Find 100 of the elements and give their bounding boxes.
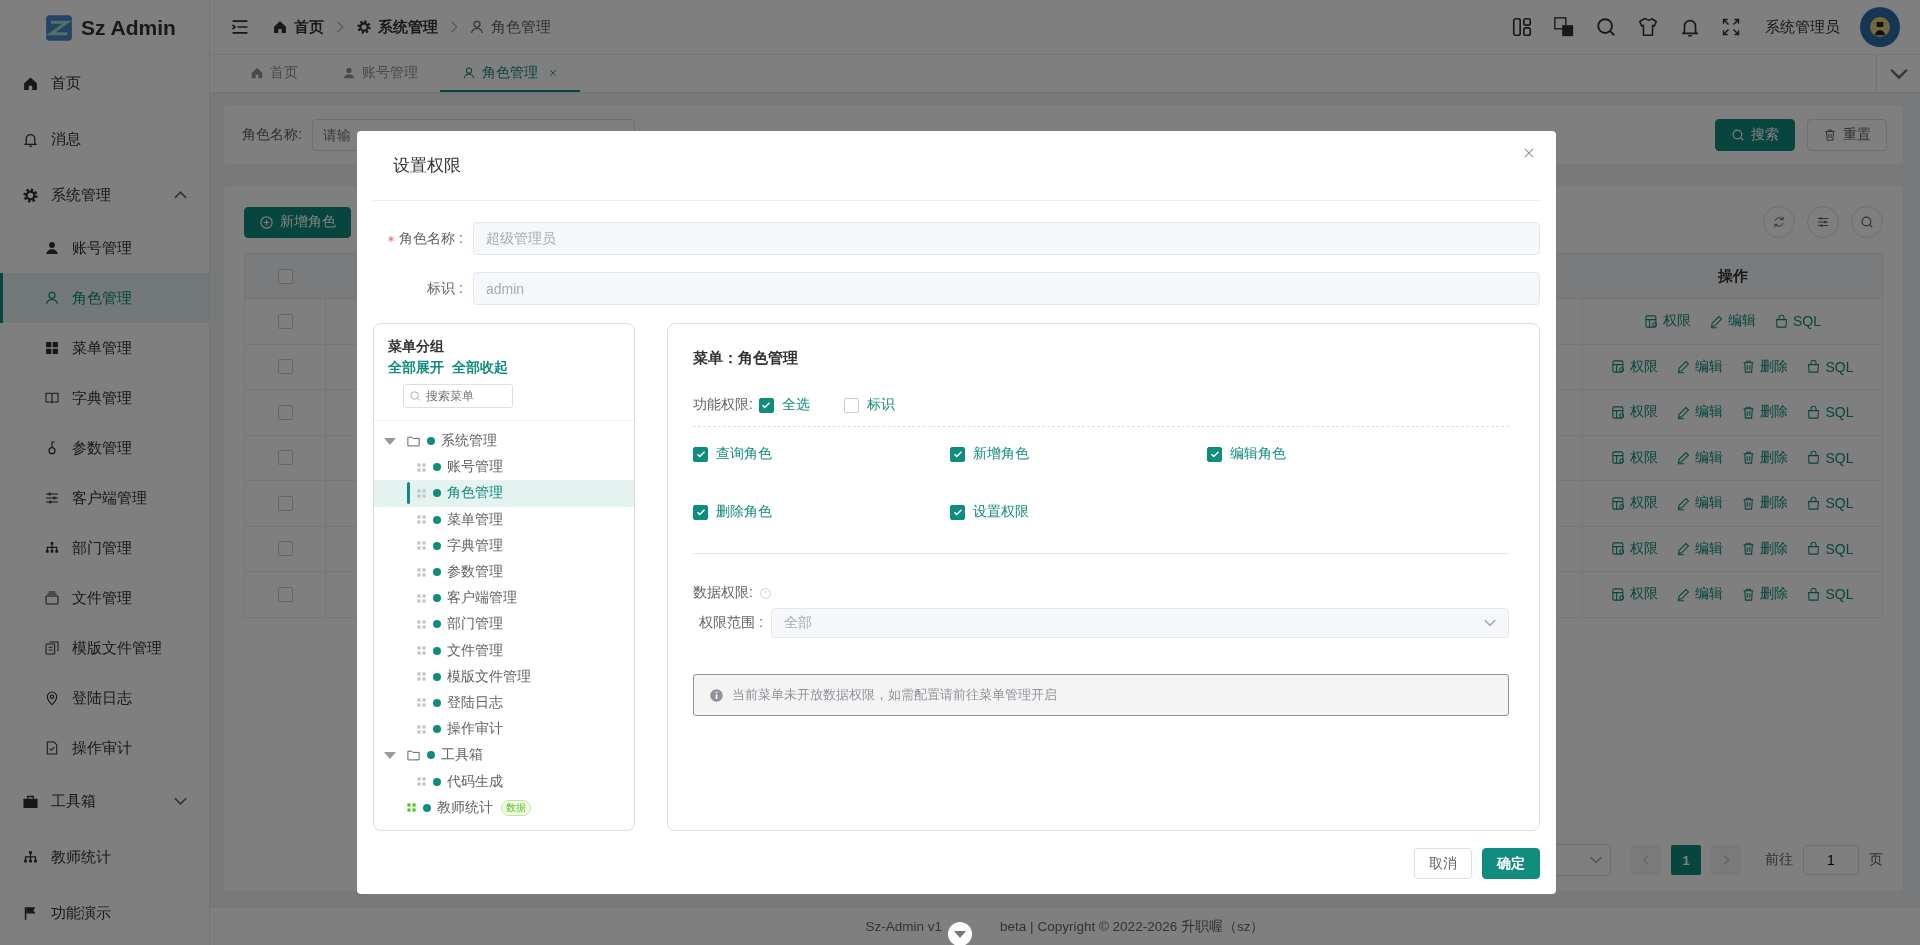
tree-item[interactable]: 系统管理 [374, 428, 634, 455]
tree-item[interactable]: 操作审计 [374, 716, 634, 743]
link[interactable]: 全部收起 [452, 359, 508, 377]
layout-icon[interactable] [1511, 16, 1533, 38]
search-toggle-button[interactable] [1851, 206, 1883, 238]
checkbox[interactable] [277, 586, 293, 602]
checkbox[interactable] [277, 268, 293, 284]
tree-item[interactable]: 角色管理 [374, 480, 634, 507]
action-link[interactable]: 权限 [1611, 357, 1659, 376]
tab[interactable]: 角色管理 [440, 55, 580, 92]
action-link[interactable]: 权限 [1611, 539, 1659, 558]
breadcrumb-item[interactable]: 系统管理 [355, 17, 438, 37]
menu-item[interactable]: 角色管理 [0, 273, 209, 323]
avatar[interactable] [1860, 7, 1900, 47]
action-link[interactable]: 权限 [1611, 448, 1659, 467]
checkbox[interactable] [950, 504, 965, 520]
checkbox[interactable] [693, 446, 708, 462]
checkbox[interactable] [277, 404, 293, 420]
action-link[interactable]: SQL [1774, 312, 1821, 331]
menu-item[interactable]: 客户端管理 [0, 473, 209, 523]
action-link[interactable]: 编辑 [1676, 403, 1724, 422]
action-link[interactable]: 编辑 [1676, 448, 1724, 467]
checkbox[interactable] [758, 397, 774, 413]
action-link[interactable]: 删除 [1741, 403, 1789, 422]
checkbox-label[interactable]: 删除角色 [716, 503, 772, 521]
checkbox-label[interactable]: 全选 [781, 396, 810, 414]
tree-item[interactable]: 工具箱 [374, 742, 634, 769]
search-icon[interactable] [1595, 16, 1617, 38]
menu-item[interactable]: 参数管理 [0, 423, 209, 473]
tree-item[interactable]: 部门管理 [374, 611, 634, 638]
close-icon[interactable] [548, 67, 558, 78]
action-link[interactable]: 编辑 [1676, 539, 1724, 558]
page-button[interactable]: 1 [1671, 845, 1701, 875]
menu-item[interactable]: 登陆日志 [0, 673, 209, 723]
checkbox-label[interactable]: 新增角色 [973, 445, 1029, 463]
action-link[interactable]: SQL [1806, 539, 1854, 558]
add-role-button[interactable]: 新增角色 [244, 206, 351, 238]
action-link[interactable]: 删除 [1741, 585, 1789, 604]
tree-item[interactable]: 字典管理 [374, 532, 634, 559]
action-link[interactable]: SQL [1806, 448, 1854, 467]
checkbox-label[interactable]: 编辑角色 [1230, 445, 1286, 463]
search-button[interactable]: 搜索 [1715, 118, 1795, 151]
checkbox[interactable] [277, 495, 293, 511]
link[interactable]: 全部展开 [388, 359, 444, 377]
caret-icon[interactable] [384, 751, 396, 759]
checkbox-label[interactable]: 设置权限 [973, 503, 1029, 521]
menu-item[interactable]: 文件管理 [0, 573, 209, 623]
menu-item[interactable]: 菜单管理 [0, 323, 209, 373]
shirt-icon[interactable] [1637, 16, 1659, 38]
action-link[interactable]: 删除 [1741, 494, 1789, 513]
action-link[interactable]: 删除 [1741, 539, 1789, 558]
checkbox[interactable] [277, 541, 293, 557]
action-link[interactable]: 删除 [1741, 448, 1789, 467]
tree-item[interactable]: 模版文件管理 [374, 663, 634, 690]
action-link[interactable]: 删除 [1741, 357, 1789, 376]
refresh-button[interactable] [1763, 206, 1795, 238]
checkbox-label[interactable]: 查询角色 [716, 445, 772, 463]
menu-item[interactable]: 模版文件管理 [0, 623, 209, 673]
menu-item[interactable]: 工具箱 [0, 773, 209, 829]
menu-item[interactable]: 首页 [0, 55, 209, 111]
menu-item[interactable]: 账号管理 [0, 223, 209, 273]
tree-item[interactable]: 教师统计 数据 [374, 794, 634, 821]
action-link[interactable]: 编辑 [1676, 585, 1724, 604]
checkbox[interactable] [277, 313, 293, 329]
checkbox[interactable] [277, 359, 293, 375]
breadcrumb-item[interactable]: 首页 [272, 17, 324, 37]
checkbox[interactable] [843, 397, 859, 413]
action-link[interactable]: 权限 [1611, 494, 1659, 513]
page-input[interactable]: 1 [1803, 845, 1859, 875]
checkbox[interactable] [1207, 446, 1222, 462]
action-link[interactable]: 权限 [1611, 403, 1659, 422]
tree-item[interactable]: 客户端管理 [374, 585, 634, 612]
tree-item[interactable]: 参数管理 [374, 558, 634, 586]
menu-icon[interactable] [230, 17, 250, 37]
tree-item[interactable]: 账号管理 [374, 454, 634, 481]
cancel-button[interactable]: 取消 [1414, 848, 1472, 879]
menu-item[interactable]: 消息 [0, 111, 209, 167]
tree-item[interactable]: 代码生成 [374, 768, 634, 795]
caret-icon[interactable] [384, 437, 396, 445]
tree-item[interactable]: 文件管理 [374, 637, 634, 664]
menu-item[interactable]: 系统管理 [0, 167, 209, 223]
search-field[interactable]: 搜索菜单 [403, 384, 513, 408]
confirm-button[interactable]: 确定 [1482, 848, 1540, 879]
action-link[interactable]: 编辑 [1676, 494, 1724, 513]
reset-button[interactable]: 重置 [1807, 118, 1887, 151]
fullscreen-icon[interactable] [1721, 17, 1741, 37]
checkbox[interactable] [693, 504, 708, 520]
action-link[interactable]: SQL [1806, 585, 1854, 604]
action-link[interactable]: 编辑 [1676, 357, 1724, 376]
menu-item[interactable]: 操作审计 [0, 723, 209, 773]
action-link[interactable]: SQL [1806, 494, 1854, 513]
menu-item[interactable]: 字典管理 [0, 373, 209, 423]
checkbox[interactable] [950, 446, 965, 462]
menu-item[interactable]: 功能演示 [0, 885, 209, 941]
checkbox-label[interactable]: 标识 [866, 396, 895, 414]
tree-item[interactable]: 登陆日志 [374, 689, 634, 717]
menu-item[interactable]: 部门管理 [0, 523, 209, 573]
action-link[interactable]: 编辑 [1709, 312, 1756, 331]
menu-item[interactable]: 教师统计 [0, 829, 209, 885]
tree-item[interactable]: 菜单管理 [374, 506, 634, 533]
